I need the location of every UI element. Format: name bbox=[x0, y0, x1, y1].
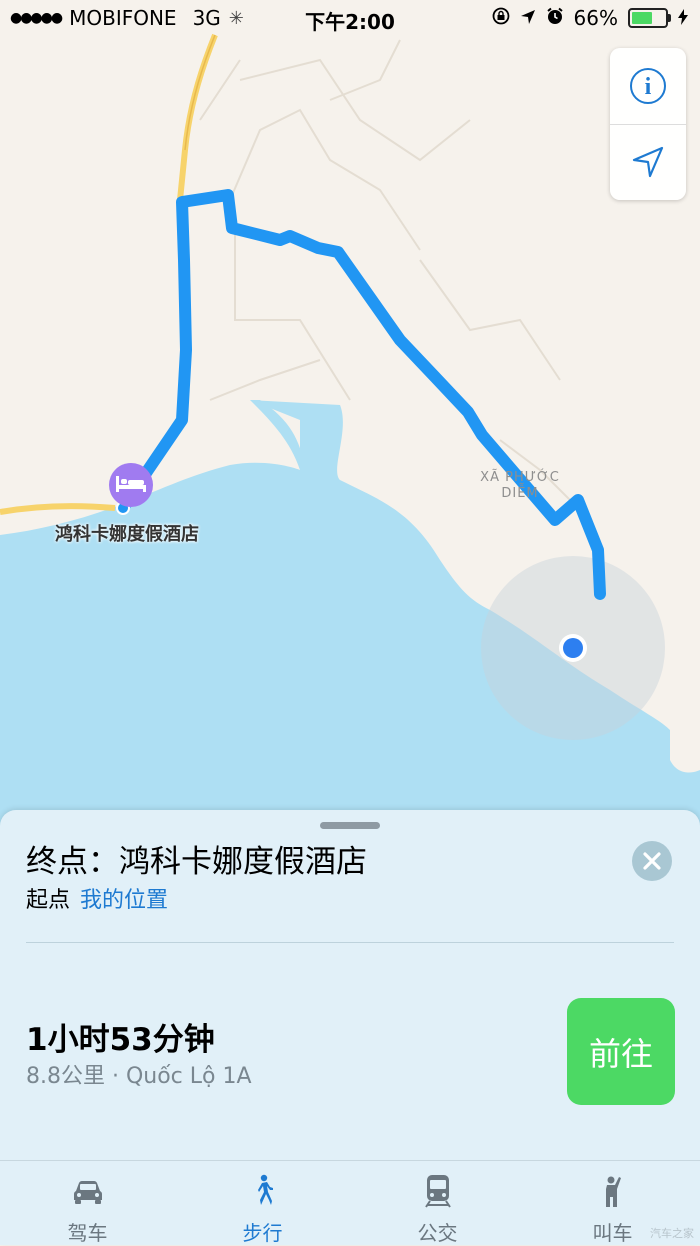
sheet-divider bbox=[26, 942, 674, 943]
origin-line: 起点 我的位置 bbox=[26, 882, 168, 914]
alarm-icon bbox=[546, 6, 564, 30]
car-icon bbox=[74, 1181, 102, 1204]
battery-percent: 66% bbox=[573, 6, 618, 30]
svg-text:i: i bbox=[645, 74, 652, 100]
charging-bolt-icon bbox=[678, 6, 688, 30]
route-duration[interactable]: 1小时53分钟 bbox=[26, 1014, 215, 1059]
go-button[interactable]: 前往 bbox=[567, 998, 675, 1105]
area-label-line2: DIỄM bbox=[501, 486, 539, 501]
destination-title: 终点：鸿科卡娜度假酒店 bbox=[26, 844, 367, 880]
train-icon bbox=[425, 1175, 451, 1208]
tab-walk[interactable]: 步行 bbox=[175, 1161, 350, 1245]
tab-transit[interactable]: 公交 bbox=[350, 1161, 525, 1245]
battery-icon bbox=[628, 8, 671, 28]
area-map-label: XÃ PHƯỚC DIỄM bbox=[474, 470, 566, 502]
location-arrow-icon bbox=[632, 146, 664, 178]
tab-drive-label: 驾车 bbox=[67, 1221, 108, 1245]
origin-prefix: 起点 bbox=[26, 888, 71, 913]
hotel-map-label[interactable]: 鸿科卡娜度假酒店 bbox=[55, 520, 199, 546]
walk-icon bbox=[258, 1174, 273, 1205]
tab-drive[interactable]: 驾车 bbox=[0, 1161, 175, 1245]
info-button[interactable]: i bbox=[610, 48, 686, 125]
rotation-lock-icon bbox=[492, 6, 510, 30]
location-services-icon bbox=[520, 6, 536, 30]
origin-location-link[interactable]: 我的位置 bbox=[80, 888, 168, 913]
transport-tab-bar: 驾车 步行 公交 叫车 汽车之家 bbox=[0, 1160, 700, 1245]
watermark-text: 汽车之家 bbox=[650, 1227, 694, 1240]
tracking-button[interactable] bbox=[610, 124, 686, 200]
map-controls: i bbox=[610, 48, 686, 200]
hail-icon bbox=[606, 1176, 621, 1207]
tab-transit-label: 公交 bbox=[417, 1221, 458, 1245]
route-distance-via[interactable]: 8.8公里 · Quốc Lộ 1A bbox=[26, 1058, 252, 1090]
tab-walk-label: 步行 bbox=[242, 1221, 283, 1245]
close-icon bbox=[643, 852, 661, 870]
status-bar: ●●●●● MOBIFONE 3G ✳ 下午2:00 66% bbox=[0, 0, 700, 36]
info-icon: i bbox=[630, 68, 666, 104]
battery-fill bbox=[632, 12, 652, 24]
area-label-line1: XÃ PHƯỚC bbox=[480, 470, 560, 485]
sheet-grabber[interactable] bbox=[320, 822, 380, 829]
close-button[interactable] bbox=[632, 841, 672, 881]
